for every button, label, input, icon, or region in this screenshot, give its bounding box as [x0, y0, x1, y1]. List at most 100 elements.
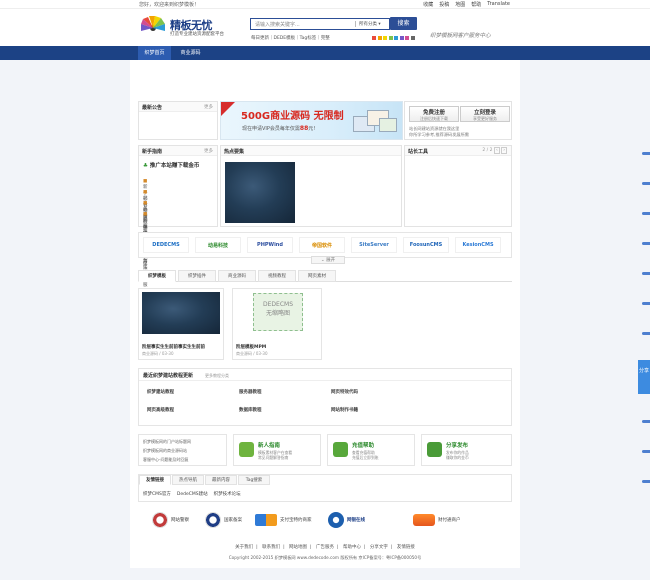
share-side-button[interactable]: 分享 [638, 360, 650, 394]
template-title[interactable]: 阶层事实生生前前事实生生前前 [142, 344, 205, 350]
hot-image-thumbnail[interactable] [225, 162, 295, 223]
top-link-translate[interactable]: Translate [487, 1, 510, 8]
top-link-sitemap[interactable]: 地图 [455, 1, 465, 8]
brand-dedecms[interactable]: DEDECMS [143, 237, 189, 253]
cert-alipay[interactable]: 支付宝特约商家 [255, 510, 312, 530]
tutorials-subtitle[interactable]: 更多教程分类 [205, 373, 229, 379]
service-box-recharge[interactable]: 充值帮助 查看充值帮助 充值后立即到账 [327, 434, 415, 466]
side-tab[interactable] [642, 152, 650, 155]
guide-headline[interactable]: ♣ 推广本站赚下载金币 [143, 161, 199, 169]
tab-latest[interactable]: 最新内容 [205, 475, 237, 485]
tab-plugins[interactable]: 织梦插件 [178, 270, 216, 282]
hot-keywords[interactable]: 每日更新｜DEDE模板｜Tag标签｜完整 [251, 35, 330, 41]
service-section: 织梦模板网的门户站标题网 织梦模板网的商业源码站 客服中心-问题能及时回复 新人… [138, 434, 512, 466]
side-tab[interactable] [642, 212, 650, 215]
brand-siteserver[interactable]: SiteServer [351, 237, 397, 253]
logo-icon[interactable] [139, 15, 167, 41]
list-item[interactable]: 客服中心-问题能及时回复 [143, 457, 188, 463]
swatch[interactable] [399, 36, 404, 40]
list-item[interactable]: 织梦模板网的商业源码站 [143, 448, 187, 454]
top-link-favorite[interactable]: 收藏 [423, 1, 433, 8]
promo-banner[interactable]: 500G商业源码 无限制 现在申请VIP会员每年仅需88元! [220, 101, 403, 140]
tab-materials[interactable]: 网页素材 [298, 270, 336, 282]
brand-foosun[interactable]: FoosunCMS [403, 237, 449, 253]
guide-more-link[interactable]: 更多 [204, 148, 213, 154]
friend-link[interactable]: DedeCMS建站 [177, 491, 208, 497]
side-tab[interactable] [642, 420, 650, 423]
footer-link[interactable]: 广告服务 [316, 545, 334, 550]
friend-link[interactable]: 织梦技术论坛 [214, 491, 241, 497]
nav-item-home[interactable]: 织梦首页 [138, 46, 171, 60]
friend-link[interactable]: 织梦CMS官方 [143, 491, 171, 497]
announcement-more-link[interactable]: 更多 [204, 104, 213, 110]
footer-link[interactable]: 友情链接 [397, 545, 415, 550]
footer-link[interactable]: 帮助中心 [343, 545, 361, 550]
no-thumbnail-placeholder[interactable]: DEDECMS 无缩略图 [253, 293, 303, 331]
category-tabs: 织梦模板 织梦插件 商业源码 视频教程 网页素材 [138, 270, 512, 282]
service-box-share[interactable]: 分享发布 发布你的作品 赚取你的金币 [421, 434, 512, 466]
next-arrow-icon[interactable]: › [501, 147, 507, 154]
swatch[interactable] [410, 36, 415, 40]
tab-templates[interactable]: 织梦模板 [138, 270, 176, 282]
template-card[interactable]: DEDECMS 无缩略图 阶层模板MPM 商业源码 / 03-30 [232, 288, 322, 360]
expand-button[interactable]: ⌄ 展开 [311, 256, 345, 264]
top-link-submit[interactable]: 投稿 [439, 1, 449, 8]
search-button[interactable]: 搜索 [390, 17, 417, 30]
tab-videos[interactable]: 视频教程 [258, 270, 296, 282]
service-box-guide[interactable]: 新人指南 模板素材客户在查看 常见问题解答指南 [233, 434, 321, 466]
swatch[interactable] [372, 36, 376, 40]
side-tab[interactable] [642, 182, 650, 185]
tab-tag-search[interactable]: Tag搜索 [238, 475, 270, 485]
footer-link[interactable]: 分享文字 [370, 545, 388, 550]
tutorials-box: 最近织梦建站教程更新 更多教程分类 织梦建站教程 服务器教程 网页特效代码 网页… [138, 368, 512, 426]
banner-headline: 500G商业源码 无限制 [241, 111, 344, 122]
swatch[interactable] [388, 36, 393, 40]
swatch[interactable] [394, 36, 398, 40]
swatch[interactable] [377, 36, 382, 40]
brand-powereasy[interactable]: 动易科技 [195, 237, 241, 253]
template-title[interactable]: 阶层模板MPM [236, 344, 266, 350]
tutorial-category[interactable]: 织梦建站教程 [147, 389, 174, 395]
register-button[interactable]: 免费注册 注册后快速下载 [409, 106, 459, 122]
banner-screens-image [351, 108, 399, 136]
list-item[interactable]: 织梦模板网的门户站标题网 [143, 439, 191, 445]
search-input[interactable]: 请输入搜索关键字... 所有分类 ▾ [250, 18, 390, 30]
announcement-title: 最新公告 [142, 105, 163, 111]
side-tab[interactable] [642, 272, 650, 275]
brand-phome[interactable]: 帝国软件 [299, 237, 345, 253]
template-card[interactable]: 阶层事实生生前前事实生生前前 商业源码 / 03-30 [138, 288, 224, 360]
cert-chinabank[interactable]: 网银在线 [328, 510, 365, 530]
tab-source[interactable]: 商业源码 [218, 270, 256, 282]
swatch[interactable] [405, 36, 409, 40]
tutorial-category[interactable]: 网站制作书籍 [331, 407, 358, 413]
tab-friend-links[interactable]: 友情链接 [139, 475, 171, 485]
side-tab[interactable] [642, 332, 650, 335]
announcement-box: 最新公告 更多 [138, 101, 218, 140]
cert-police[interactable]: 网站警察 [152, 510, 189, 530]
prev-arrow-icon[interactable]: ‹ [493, 147, 500, 154]
footer-link[interactable]: 网站地图 [289, 545, 307, 550]
side-tab[interactable] [642, 450, 650, 453]
footer-link[interactable]: 联系我们 [262, 545, 280, 550]
tab-hot-nav[interactable]: 热点导航 [172, 475, 204, 485]
footer-link[interactable]: 关于我们 [235, 545, 253, 550]
brand-phpwind[interactable]: PHPWind [247, 237, 293, 253]
swatch[interactable] [383, 36, 387, 40]
tutorial-category[interactable]: 服务器教程 [239, 389, 262, 395]
tutorial-category[interactable]: 网页特效代码 [331, 389, 358, 395]
side-tab[interactable] [642, 480, 650, 483]
template-thumbnail[interactable] [142, 292, 220, 334]
side-tab[interactable] [642, 302, 650, 305]
search-category-select[interactable]: 所有分类 ▾ [355, 21, 381, 27]
cert-tenpay[interactable]: 财付通商户 [413, 510, 461, 530]
nav-item-source[interactable]: 商业源码 [174, 46, 207, 60]
tutorial-category[interactable]: 数据库教程 [239, 407, 262, 413]
account-desc-line: 你所学习参考,推荐源码发展所需 [409, 132, 469, 137]
top-link-help[interactable]: 帮助 [471, 1, 481, 8]
side-tab[interactable] [642, 242, 650, 245]
cert-label: 支付宝特约商家 [280, 518, 312, 523]
login-button[interactable]: 立刻登录 享受更好服务 [460, 106, 510, 122]
cert-icp[interactable]: 国家备案 [205, 510, 242, 530]
brand-kesion[interactable]: KesionCMS [455, 237, 501, 253]
tutorial-category[interactable]: 网页高级教程 [147, 407, 174, 413]
